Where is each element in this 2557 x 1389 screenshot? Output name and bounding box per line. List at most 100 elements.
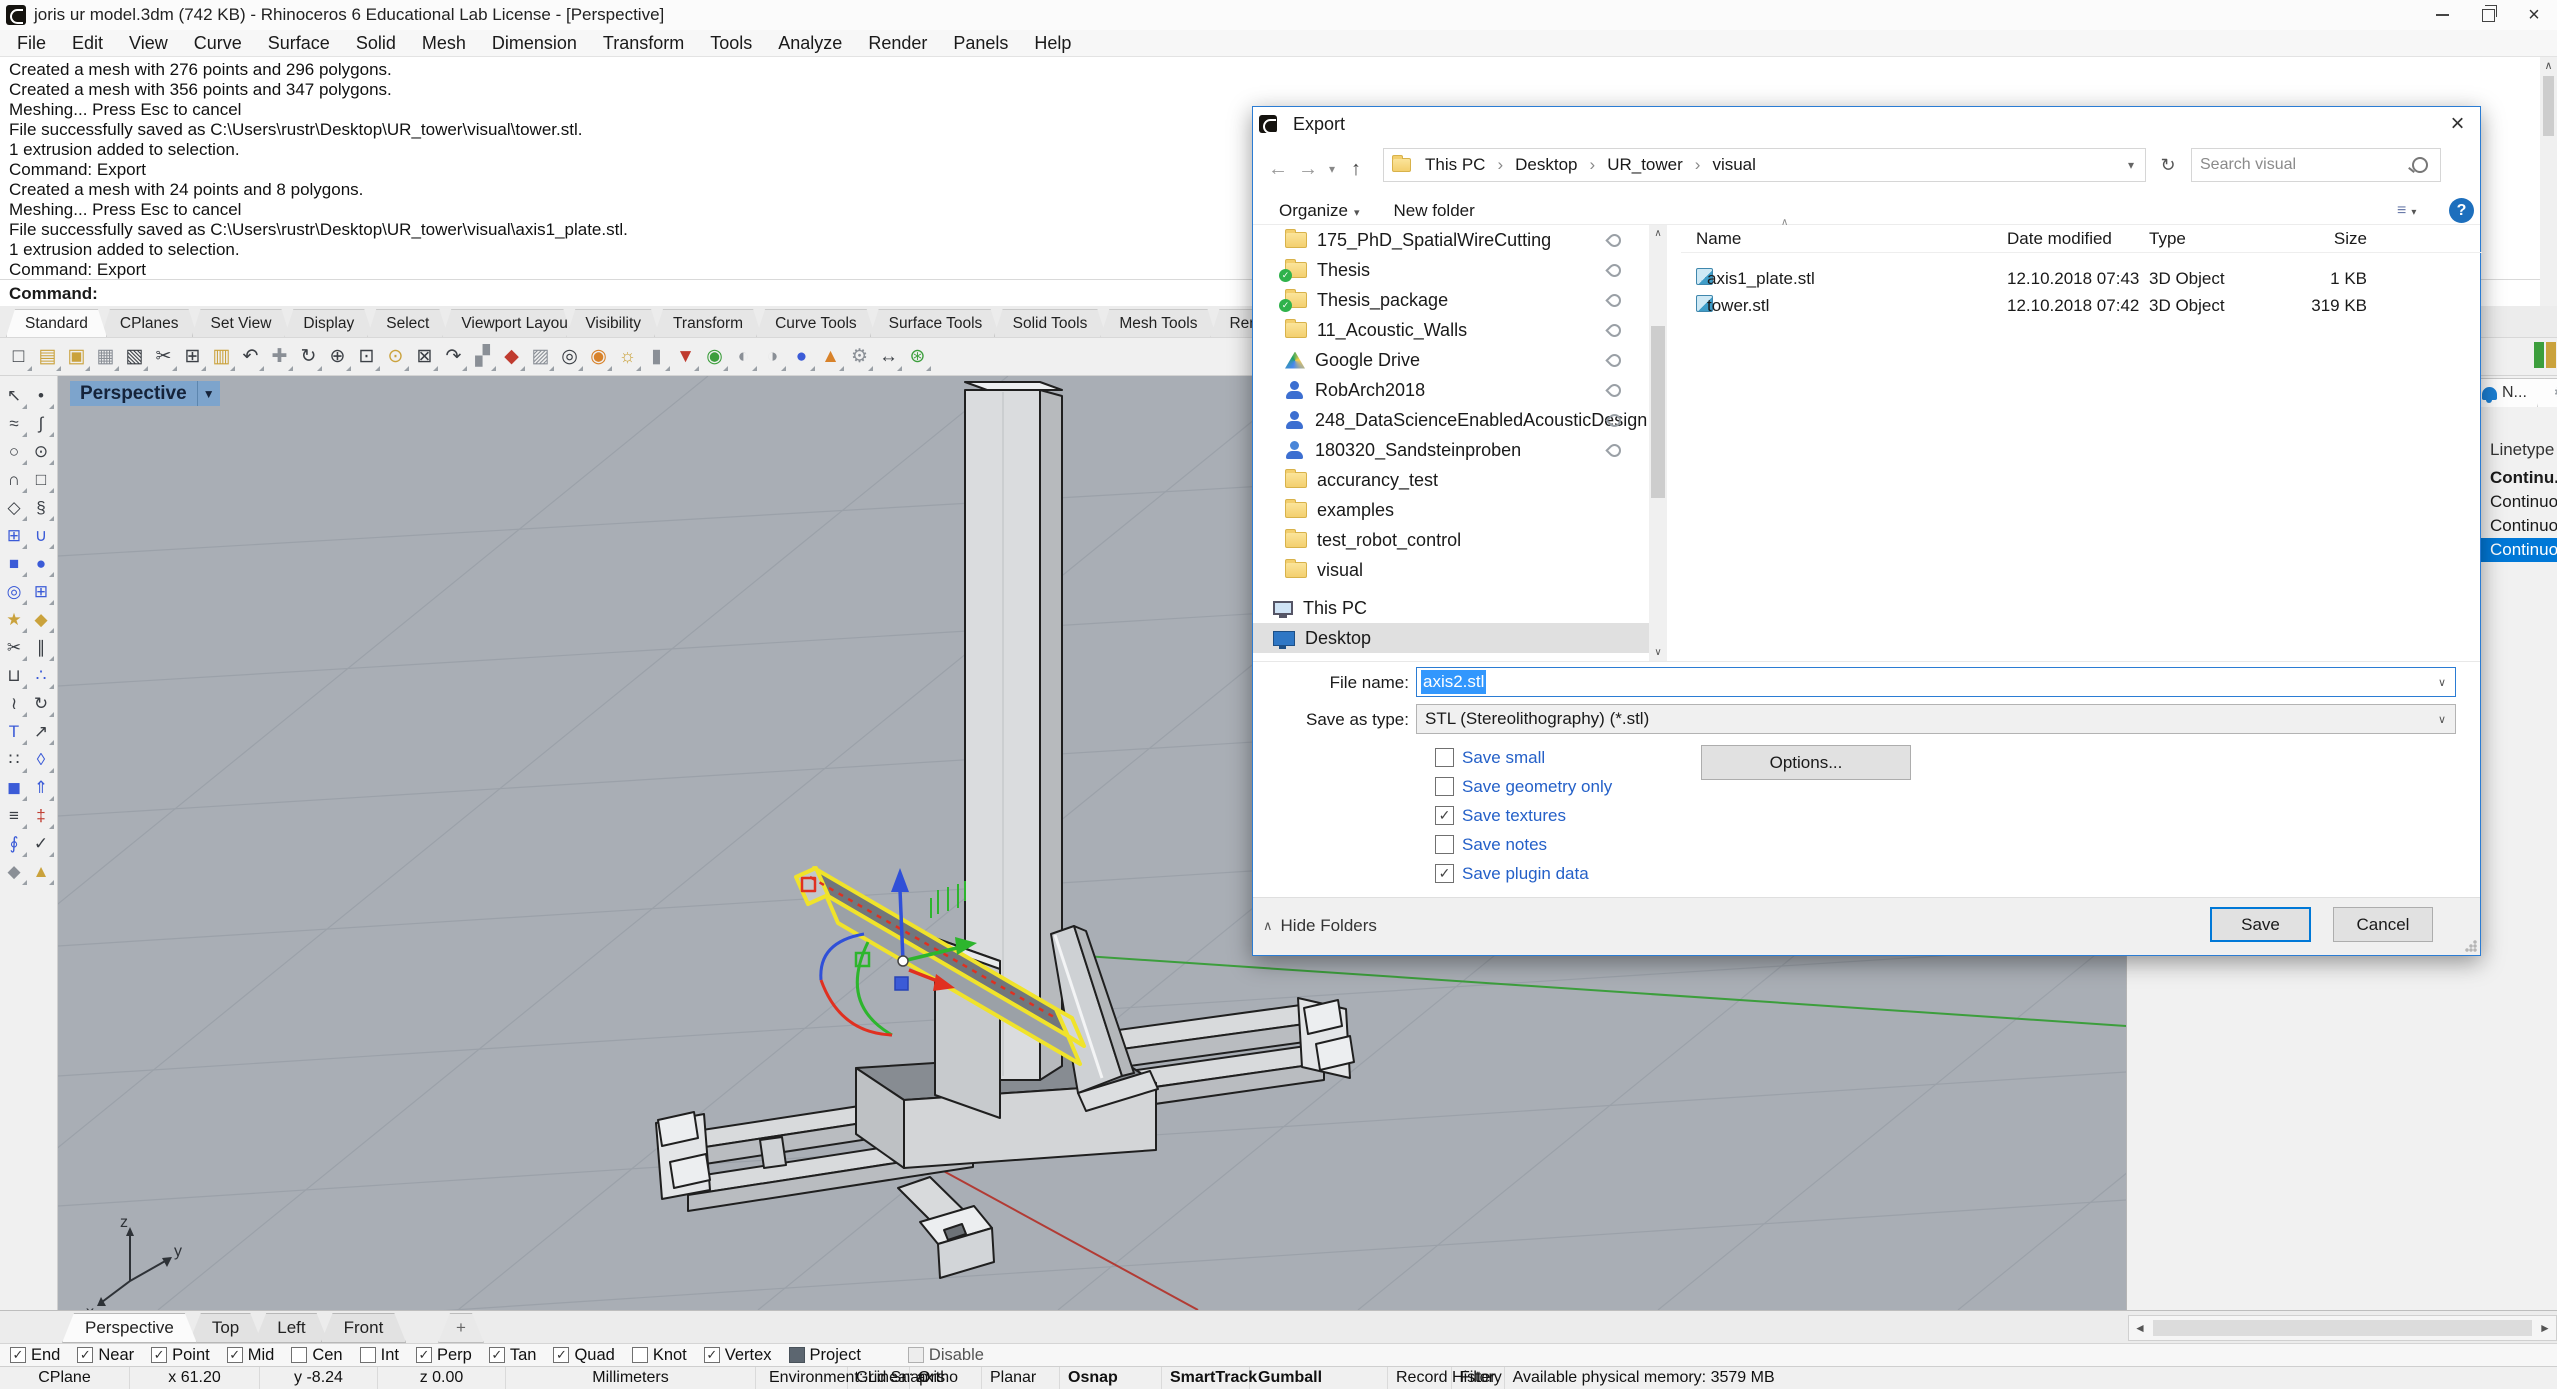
- viewport-menu-caret-icon[interactable]: ▼: [197, 381, 220, 406]
- color-wheel-icon[interactable]: ◉: [700, 342, 729, 372]
- cut-icon[interactable]: ✂: [149, 342, 178, 372]
- group-tool-icon[interactable]: ∴: [28, 662, 54, 689]
- osnap-quad[interactable]: Quad: [553, 1346, 614, 1365]
- rectangle-tool-icon[interactable]: □: [28, 466, 54, 493]
- light-icon[interactable]: ☼: [613, 342, 642, 372]
- tree-desktop[interactable]: Desktop: [1253, 623, 1649, 653]
- search-input[interactable]: [2192, 155, 2412, 175]
- globe-icon[interactable]: ⊛: [903, 342, 932, 372]
- scroll-thumb[interactable]: [2153, 1320, 2532, 1336]
- cage-edit-tool-icon[interactable]: ⊞: [1, 522, 27, 549]
- viewport-tab-top[interactable]: Top: [189, 1313, 262, 1343]
- folder-visual[interactable]: visual: [1253, 555, 1649, 585]
- tab-standard[interactable]: Standard: [6, 309, 107, 337]
- control-curve-tool-icon[interactable]: ∫: [28, 410, 54, 437]
- surface-grid-tool-icon[interactable]: ⊞: [28, 578, 54, 605]
- folder-180320-sandsteinproben[interactable]: 180320_Sandsteinproben: [1253, 435, 1649, 465]
- menu-view[interactable]: View: [116, 33, 181, 54]
- checkbox[interactable]: [1435, 864, 1454, 883]
- viewport-title-text[interactable]: Perspective: [70, 383, 197, 405]
- osnap-near[interactable]: Near: [77, 1346, 134, 1365]
- gumball-icon[interactable]: ◉: [584, 342, 613, 372]
- viewport-tab-front[interactable]: Front: [321, 1313, 407, 1343]
- folder-examples[interactable]: examples: [1253, 495, 1649, 525]
- viewport-title[interactable]: Perspective ▼: [70, 381, 220, 406]
- osnap-int[interactable]: Int: [360, 1346, 399, 1365]
- osnap-disable[interactable]: Disable: [908, 1346, 984, 1365]
- move-tool-icon[interactable]: ↗: [28, 718, 54, 745]
- tab-curve-tools[interactable]: Curve Tools: [756, 309, 876, 337]
- status-grid-snap[interactable]: Grid Snap: [848, 1367, 910, 1389]
- extrude-tool-icon[interactable]: ⇑: [28, 774, 54, 801]
- osnap-mid[interactable]: Mid: [227, 1346, 275, 1365]
- scroll-down-icon[interactable]: ∨: [1649, 644, 1667, 661]
- trim-tool-icon[interactable]: ✂: [1, 634, 27, 661]
- folder-accurancy-test[interactable]: accurancy_test: [1253, 465, 1649, 495]
- status-cplane[interactable]: CPlane: [0, 1367, 130, 1389]
- command-scrollbar[interactable]: ∧: [2540, 57, 2557, 306]
- folder-11-acoustic-walls[interactable]: 11_Acoustic_Walls: [1253, 315, 1649, 345]
- status-memory[interactable]: Available physical memory: 3579 MB: [1505, 1367, 2557, 1389]
- scroll-up-icon[interactable]: ∧: [2540, 57, 2557, 74]
- circle-tool-icon[interactable]: ○: [1, 438, 27, 465]
- folder-test-robot-control[interactable]: test_robot_control: [1253, 525, 1649, 555]
- nav-forward-button[interactable]: →: [1293, 158, 1323, 181]
- folder-248-datascience[interactable]: 248_DataScienceEnabledAcousticDesign: [1253, 405, 1649, 435]
- menu-dimension[interactable]: Dimension: [479, 33, 590, 54]
- nav-up-button[interactable]: ↑: [1341, 158, 1371, 181]
- paste-icon[interactable]: ▥: [207, 342, 236, 372]
- tab-cplanes[interactable]: CPlanes: [101, 309, 198, 337]
- close-button[interactable]: ×: [2511, 0, 2557, 30]
- save-as-type-dropdown-icon[interactable]: ∨: [2429, 713, 2455, 726]
- column-type[interactable]: Type: [2149, 229, 2301, 249]
- status-record-history[interactable]: Record History: [1388, 1367, 1452, 1389]
- cancel-button[interactable]: Cancel: [2333, 907, 2433, 942]
- osnap-checkbox[interactable]: [291, 1347, 307, 1363]
- osnap-checkbox[interactable]: [908, 1347, 924, 1363]
- scroll-right-icon[interactable]: ►: [2534, 1321, 2556, 1335]
- hide-folders-button[interactable]: ∧ Hide Folders: [1263, 916, 1377, 936]
- save-as-type-select[interactable]: STL (Stereolithography) (*.stl) ∨: [1416, 704, 2456, 734]
- undo-icon[interactable]: ↶: [236, 342, 265, 372]
- dimension-icon[interactable]: ↔: [874, 342, 903, 372]
- osnap-project[interactable]: Project: [789, 1346, 861, 1365]
- checkbox[interactable]: [1435, 777, 1454, 796]
- folder-thesis-package[interactable]: Thesis_package: [1253, 285, 1649, 315]
- settings-gear-icon[interactable]: ⚙: [845, 342, 874, 372]
- scroll-thumb[interactable]: [1651, 326, 1665, 498]
- file-name-input[interactable]: axis2.stl ∨: [1416, 667, 2456, 697]
- osnap-knot[interactable]: Knot: [632, 1346, 687, 1365]
- osnap-checkbox[interactable]: [151, 1347, 167, 1363]
- organize-button[interactable]: Organize: [1279, 201, 1360, 221]
- help-icon[interactable]: ?: [2449, 198, 2474, 223]
- folder-robarch2018[interactable]: RobArch2018: [1253, 375, 1649, 405]
- scroll-left-icon[interactable]: ◄: [2129, 1321, 2151, 1335]
- menu-tools[interactable]: Tools: [697, 33, 765, 54]
- array-tool-icon[interactable]: ∷: [1, 746, 27, 773]
- export-icon[interactable]: ▧: [120, 342, 149, 372]
- nav-back-button[interactable]: ←: [1263, 158, 1293, 181]
- menu-transform[interactable]: Transform: [590, 33, 697, 54]
- osnap-cen[interactable]: Cen: [291, 1346, 342, 1365]
- twist-tool-icon[interactable]: ∮: [1, 830, 27, 857]
- hatch-icon[interactable]: ▨: [526, 342, 555, 372]
- point-tool-icon[interactable]: •: [28, 382, 54, 409]
- select-tool-icon[interactable]: ↖: [1, 382, 27, 409]
- menu-solid[interactable]: Solid: [343, 33, 409, 54]
- osnap-checkbox[interactable]: [789, 1347, 805, 1363]
- folder-tree-scrollbar[interactable]: ∧ ∨: [1649, 225, 1667, 661]
- tab-visibility[interactable]: Visibility: [566, 309, 660, 337]
- viewport-tab-left[interactable]: Left: [254, 1313, 328, 1343]
- osnap-checkbox[interactable]: [77, 1347, 93, 1363]
- menu-mesh[interactable]: Mesh: [409, 33, 479, 54]
- status-smarttrack[interactable]: SmartTrack: [1162, 1367, 1250, 1389]
- osnap-checkbox[interactable]: [227, 1347, 243, 1363]
- view-mode-icon[interactable]: ≡: [2397, 202, 2416, 220]
- polygon-tool-icon[interactable]: ◇: [1, 494, 27, 521]
- print-icon[interactable]: ▦: [91, 342, 120, 372]
- osnap-checkbox[interactable]: [416, 1347, 432, 1363]
- osnap-checkbox[interactable]: [632, 1347, 648, 1363]
- nav-history-caret-icon[interactable]: ▾: [1323, 162, 1341, 176]
- folder-175-phd-spatialwirecutting[interactable]: 175_PhD_SpatialWireCutting: [1253, 225, 1649, 255]
- tree-this-pc[interactable]: This PC: [1253, 593, 1649, 623]
